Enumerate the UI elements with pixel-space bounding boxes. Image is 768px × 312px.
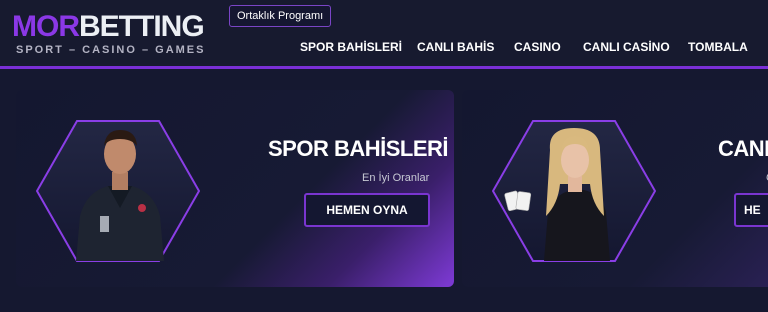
football-player-image [36,120,200,262]
logo-mor-text: MOR [12,10,80,43]
play-now-button[interactable]: HEMEN OYNA [304,193,430,227]
nav-item-live-casino[interactable]: CANLI CASİNO [583,40,670,54]
main-nav: SPOR BAHİSLERİ CANLI BAHİS CASINO CANLI … [0,40,768,58]
card-title: CANLI [718,136,768,161]
card-subtitle: En İyi Oranlar [362,172,430,184]
nav-item-tombala[interactable]: TOMBALA [688,40,748,54]
live-dealer-image [492,120,656,262]
live-casino-card[interactable]: CANLI C HE [462,90,768,287]
nav-item-casino[interactable]: CASINO [514,40,561,54]
nav-item-sports-betting[interactable]: SPOR BAHİSLERİ [300,40,402,54]
logo-betting-text: BETTING [79,10,205,43]
sports-betting-card[interactable]: SPOR BAHİSLERİ En İyi Oranlar HEMEN OYNA [16,90,454,287]
logo-wordmark: MORBETTING [12,10,205,44]
site-header: MORBETTING SPORT – CASINO – GAMES Ortakl… [0,0,768,69]
play-now-button[interactable]: HE [734,193,768,227]
nav-item-live-betting[interactable]: CANLI BAHİS [417,40,494,54]
card-title: SPOR BAHİSLERİ [268,136,449,161]
affiliate-program-button[interactable]: Ortaklık Programı [229,5,332,27]
